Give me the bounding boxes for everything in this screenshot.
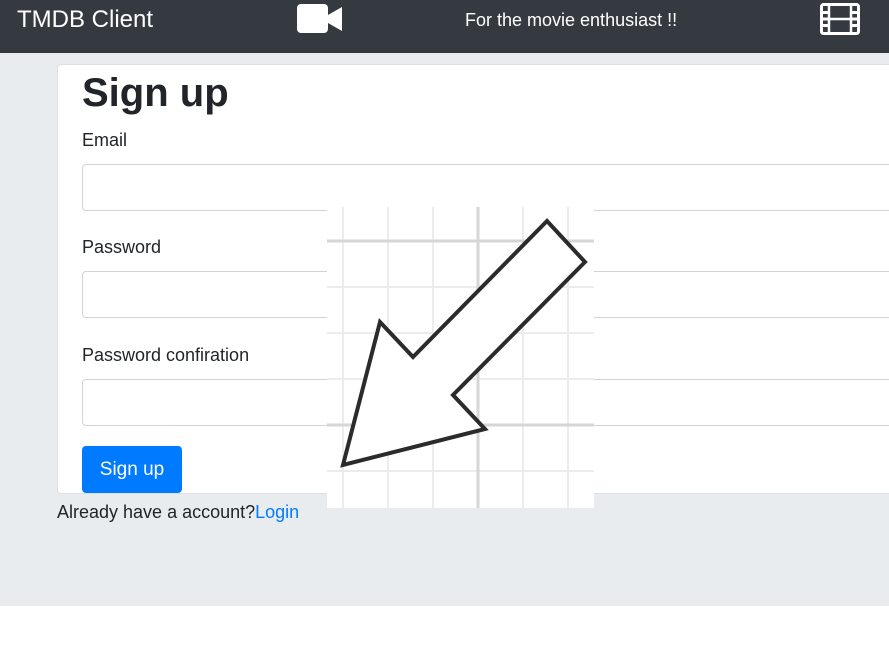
account-prompt-text: Already have a account?	[57, 502, 256, 522]
password-label: Password	[82, 237, 162, 257]
video-camera-icon	[297, 3, 343, 40]
email-field[interactable]	[82, 164, 889, 211]
password-confirmation-label: Password confiration	[82, 345, 250, 365]
signup-button[interactable]: Sign up	[82, 446, 182, 493]
navbar-tagline: For the movie enthusiast !!	[465, 10, 678, 30]
login-link[interactable]: Login	[255, 502, 299, 522]
arrow-down-left-icon	[327, 207, 594, 513]
email-label: Email	[82, 130, 128, 150]
top-navbar: TMDB Client For the movie enthusiast !!	[0, 0, 889, 53]
page-title: Sign up	[82, 71, 229, 115]
account-prompt-line: Already have a account?Login	[57, 500, 299, 524]
brand-title[interactable]: TMDB Client	[17, 6, 153, 34]
film-strip-icon	[820, 3, 860, 40]
